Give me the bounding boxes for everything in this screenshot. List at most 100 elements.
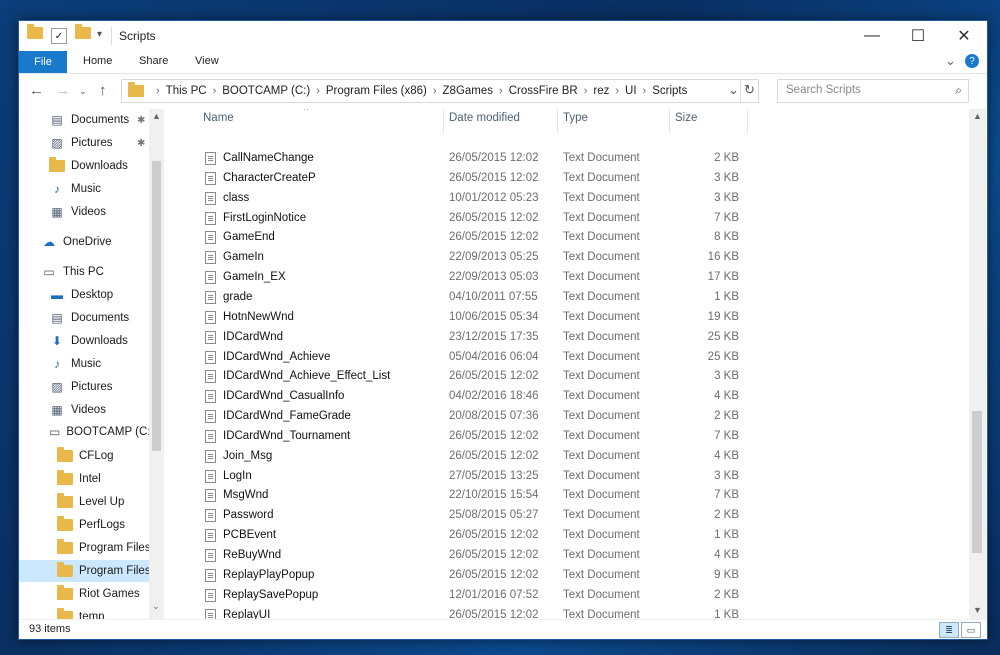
- forward-arrow-icon[interactable]: →: [55, 82, 70, 99]
- breadcrumb-this-pc[interactable]: This PC: [166, 85, 207, 97]
- back-arrow-icon[interactable]: ←: [29, 82, 44, 99]
- file-size: 2 KB: [714, 410, 739, 423]
- file-type: Text Document: [563, 410, 640, 423]
- help-icon[interactable]: ?: [965, 54, 979, 68]
- file-row[interactable]: Password 25/08/2015 05:27 Text Document 2 K…: [169, 506, 749, 526]
- breadcrumb-separator: ›: [156, 85, 160, 97]
- breadcrumb-scripts[interactable]: Scripts: [652, 85, 687, 97]
- search-icon[interactable]: ⌕: [955, 83, 962, 98]
- scroll-down-icon[interactable]: ▼: [973, 605, 982, 615]
- file-row[interactable]: Join_Msg 26/05/2015 12:02 Text Document 4 K…: [169, 447, 749, 467]
- address-bar[interactable]: › This PC › BOOTCAMP (C:) › Program File…: [121, 79, 759, 103]
- file-row[interactable]: IDCardWnd_CasualInfo 04/02/2016 18:46 Text…: [169, 387, 749, 407]
- file-size: 2 KB: [714, 509, 739, 522]
- file-row[interactable]: GameIn 22/09/2013 05:25 Text Document 16 KB: [169, 248, 749, 268]
- maximize-button[interactable]: ☐: [895, 21, 941, 51]
- sidebar-item[interactable]: Intel: [19, 468, 149, 490]
- breadcrumb-bootcamp[interactable]: BOOTCAMP (C:): [222, 85, 310, 97]
- search-input[interactable]: Search Scripts ⌕: [777, 79, 969, 103]
- column-header-size[interactable]: Size: [675, 112, 697, 124]
- tab-home[interactable]: Home: [83, 55, 112, 67]
- nav-scrollbar-thumb[interactable]: [152, 161, 161, 451]
- file-row[interactable]: ReplayPlayPopup 26/05/2015 12:02 Text Docu…: [169, 566, 749, 586]
- breadcrumb-program-files-x86[interactable]: Program Files (x86): [326, 85, 427, 97]
- breadcrumb-ui[interactable]: UI: [625, 85, 637, 97]
- text-file-icon: [205, 410, 216, 424]
- breadcrumb-crossfire-br[interactable]: CrossFire BR: [509, 85, 578, 97]
- breadcrumb-rez[interactable]: rez: [593, 85, 609, 97]
- close-button[interactable]: ✕: [941, 21, 987, 51]
- sidebar-item[interactable]: ▬ Desktop: [19, 284, 149, 306]
- file-row[interactable]: class 10/01/2012 05:23 Text Document 3 KB: [169, 189, 749, 209]
- sidebar-item[interactable]: ▨ Pictures ✱: [19, 132, 149, 154]
- sidebar-item[interactable]: ▨ Pictures: [19, 376, 149, 398]
- file-row[interactable]: HotnNewWnd 10/06/2015 05:34 Text Document 1…: [169, 308, 749, 328]
- file-row[interactable]: ReBuyWnd 26/05/2015 12:02 Text Document 4 K…: [169, 546, 749, 566]
- text-file-icon: [205, 191, 216, 205]
- column-header-type[interactable]: Type: [563, 112, 588, 124]
- refresh-icon[interactable]: ↻: [744, 82, 755, 98]
- file-row[interactable]: ReplaySavePopup 12/01/2016 07:52 Text Docu…: [169, 586, 749, 606]
- sidebar-item[interactable]: Downloads: [19, 155, 149, 177]
- sidebar-item[interactable]: ▦ Videos: [19, 399, 149, 421]
- sidebar-item[interactable]: ▭ BOOTCAMP (C:): [19, 421, 154, 443]
- nav-scroll-up-icon[interactable]: ▲: [152, 111, 161, 121]
- sidebar-item[interactable]: ▤ Documents ✱: [19, 109, 149, 131]
- text-file-icon: [205, 251, 216, 265]
- large-icons-view-icon[interactable]: ▭: [961, 622, 981, 638]
- file-row[interactable]: CallNameChange 26/05/2015 12:02 Text Docum…: [169, 149, 749, 169]
- sidebar-item[interactable]: ▦ Videos: [19, 201, 149, 223]
- customize-toolbar-icon[interactable]: ▾: [97, 29, 102, 40]
- sidebar-item[interactable]: ▭ This PC: [19, 261, 149, 283]
- file-row[interactable]: FirstLoginNotice 26/05/2015 12:02 Text Doc…: [169, 209, 749, 229]
- sidebar-item[interactable]: Program Files: [19, 537, 151, 559]
- file-list-scrollbar-thumb[interactable]: [972, 411, 982, 553]
- title-bar: ✓ ▾ Scripts — ☐ ✕: [19, 21, 987, 51]
- sidebar-item[interactable]: Riot Games: [19, 583, 149, 605]
- address-dropdown-icon[interactable]: ⌄: [728, 82, 739, 98]
- file-row[interactable]: PCBEvent 26/05/2015 12:02 Text Document 1 K…: [169, 526, 749, 546]
- sidebar-item-label: OneDrive: [63, 236, 112, 248]
- column-header-name[interactable]: Name: [203, 112, 234, 124]
- file-row[interactable]: IDCardWnd 23/12/2015 17:35 Text Document 25…: [169, 328, 749, 348]
- sidebar-item[interactable]: Program Files (: [19, 560, 158, 582]
- tab-view[interactable]: View: [195, 55, 219, 67]
- sidebar-item[interactable]: PerfLogs: [19, 514, 149, 536]
- sidebar-item[interactable]: Level Up: [19, 491, 149, 513]
- text-file-icon: [205, 350, 216, 364]
- file-row[interactable]: GameEnd 26/05/2015 12:02 Text Document 8 KB: [169, 228, 749, 248]
- nav-scroll-down-icon[interactable]: ⌄: [152, 601, 160, 612]
- sidebar-item[interactable]: ☁ OneDrive: [19, 231, 149, 253]
- expand-ribbon-icon[interactable]: ⌄: [945, 53, 956, 69]
- file-tab[interactable]: File: [19, 51, 67, 73]
- new-folder-icon[interactable]: [75, 24, 91, 39]
- sort-indicator-icon: ^: [304, 109, 309, 115]
- file-row[interactable]: GameIn_EX 22/09/2013 05:03 Text Document 17…: [169, 268, 749, 288]
- recent-locations-icon[interactable]: ⌄: [79, 86, 87, 97]
- file-row[interactable]: IDCardWnd_Achieve 05/04/2016 06:04 Text Do…: [169, 348, 749, 368]
- file-row[interactable]: CharacterCreateP 26/05/2015 12:02 Text Doc…: [169, 169, 749, 189]
- file-row[interactable]: grade 04/10/2011 07:55 Text Document 1 KB: [169, 288, 749, 308]
- properties-icon[interactable]: ✓: [51, 28, 67, 44]
- scroll-up-icon[interactable]: ▲: [973, 111, 982, 121]
- file-row[interactable]: IDCardWnd_Achieve_Effect_List 26/05/2015 …: [169, 367, 749, 387]
- file-row[interactable]: IDCardWnd_Tournament 26/05/2015 12:02 Text…: [169, 427, 749, 447]
- sidebar-item[interactable]: temp: [19, 606, 149, 619]
- up-arrow-icon[interactable]: ↑: [99, 82, 107, 99]
- file-row[interactable]: ReplayUI 26/05/2015 12:02 Text Document 1 K…: [169, 606, 749, 619]
- sidebar-item[interactable]: ♪ Music: [19, 353, 149, 375]
- sidebar-item-label: Program Files (: [79, 565, 158, 577]
- sidebar-item[interactable]: ⬇ Downloads: [19, 330, 149, 352]
- column-header-date[interactable]: Date modified: [449, 112, 520, 124]
- file-row[interactable]: MsgWnd 22/10/2015 15:54 Text Document 7 KB: [169, 486, 749, 506]
- file-row[interactable]: IDCardWnd_FameGrade 20/08/2015 07:36 Text …: [169, 407, 749, 427]
- sidebar-item[interactable]: CFLog: [19, 445, 149, 467]
- sidebar-item[interactable]: ♪ Music: [19, 178, 149, 200]
- details-view-icon[interactable]: ≣: [939, 622, 959, 638]
- file-row[interactable]: LogIn 27/05/2015 13:25 Text Document 3 KB: [169, 467, 749, 487]
- sidebar-item[interactable]: ▤ Documents: [19, 307, 149, 329]
- file-name: IDCardWnd_Achieve_Effect_List: [223, 370, 391, 383]
- tab-share[interactable]: Share: [139, 55, 168, 67]
- minimize-button[interactable]: —: [849, 21, 895, 51]
- breadcrumb-z8games[interactable]: Z8Games: [443, 85, 494, 97]
